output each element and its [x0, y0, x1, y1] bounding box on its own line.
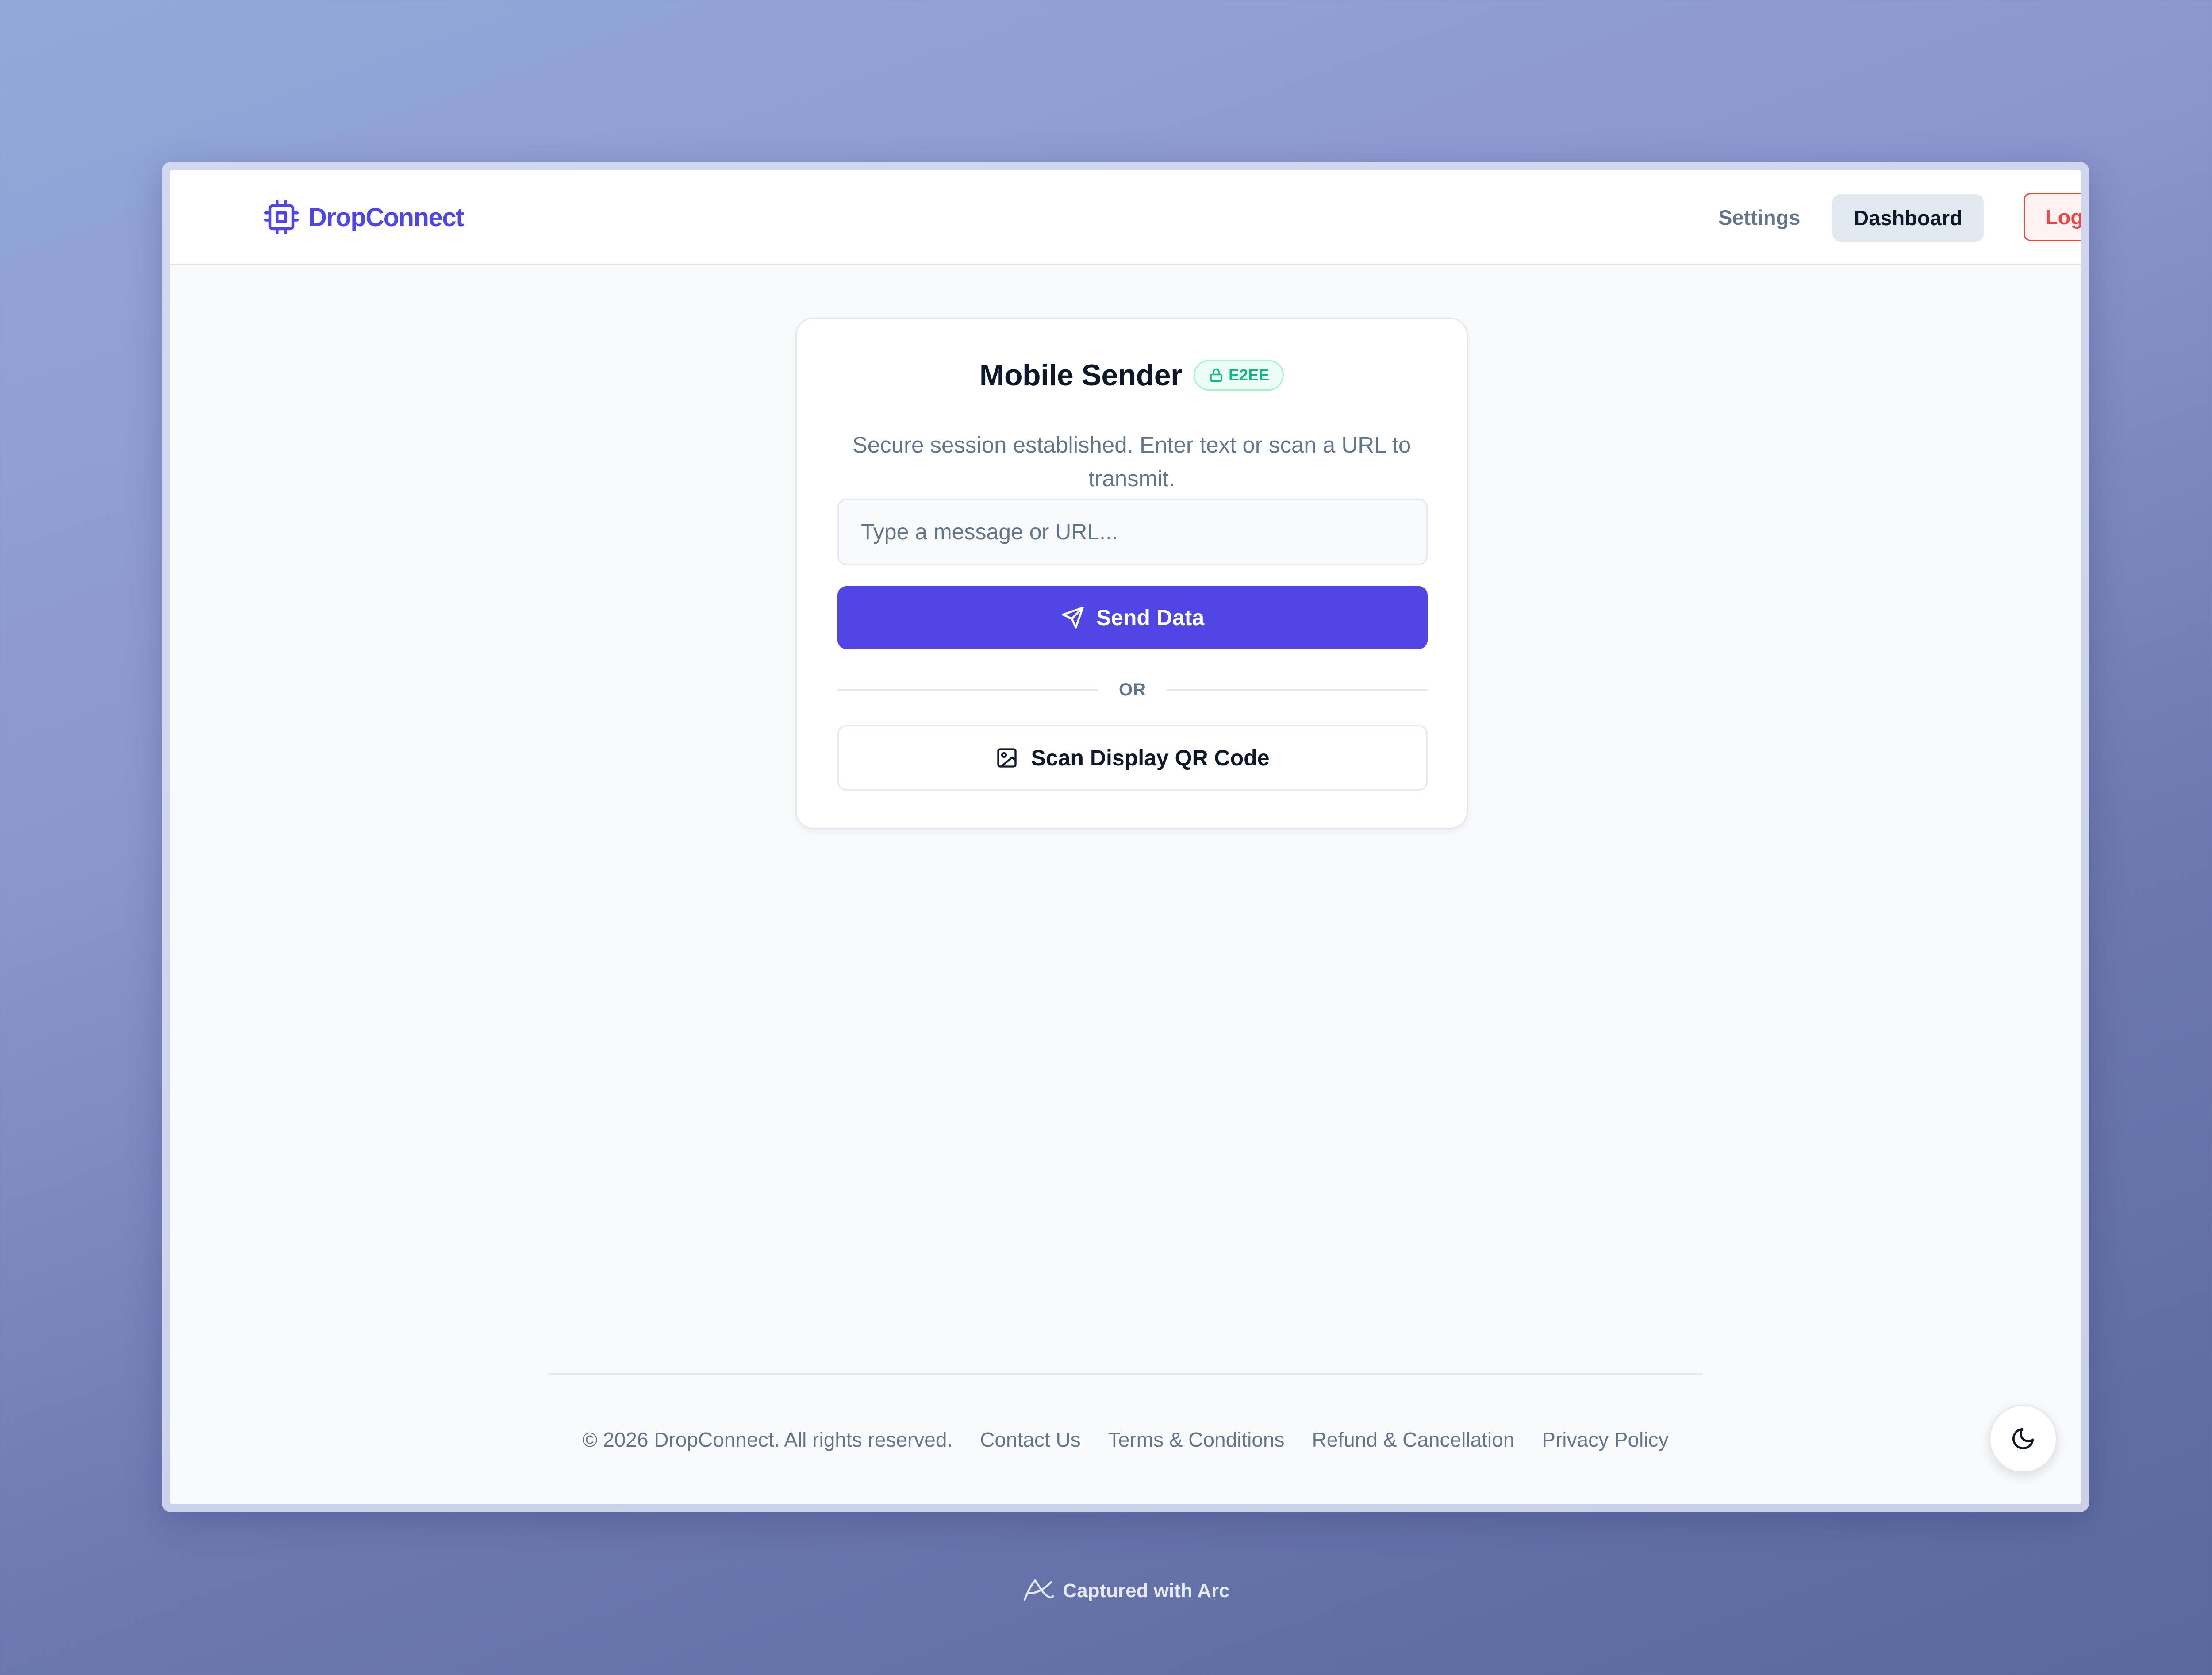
watermark-label: Captured with Arc — [1063, 1580, 1230, 1602]
brand-name: DropConnect — [308, 203, 464, 232]
nav-settings-link[interactable]: Settings — [1718, 205, 1800, 230]
scan-qr-button[interactable]: Scan Display QR Code — [837, 725, 1428, 791]
send-button-label: Send Data — [1096, 605, 1205, 630]
footer-link-refund[interactable]: Refund & Cancellation — [1312, 1428, 1515, 1452]
card-subtitle: Secure session established. Enter text o… — [852, 432, 1411, 491]
footer-link-privacy[interactable]: Privacy Policy — [1542, 1428, 1668, 1452]
image-icon — [995, 746, 1018, 769]
page-footer: © 2026 DropConnect. All rights reserved.… — [170, 1428, 2081, 1452]
footer-link-contact[interactable]: Contact Us — [980, 1428, 1081, 1452]
send-icon — [1061, 606, 1085, 630]
theme-toggle-button[interactable] — [1989, 1405, 2057, 1473]
badge-label: E2EE — [1229, 366, 1270, 384]
capture-watermark: Captured with Arc — [0, 1577, 2212, 1605]
e2ee-badge: E2EE — [1194, 360, 1284, 391]
mobile-sender-card: Mobile Sender E2EE Secure session establ… — [795, 318, 1468, 829]
footer-copyright: © 2026 DropConnect. All rights reserved. — [582, 1428, 953, 1451]
arc-logo-icon — [1021, 1577, 1055, 1605]
divider-line-left — [837, 689, 1098, 691]
nav-dashboard-button[interactable]: Dashboard — [1832, 194, 1984, 242]
top-navbar: DropConnect Settings Dashboard Log Out — [170, 170, 2081, 265]
divider-line-right — [1167, 689, 1428, 691]
card-header: Mobile Sender E2EE — [797, 358, 1467, 392]
page-viewport: DropConnect Settings Dashboard Log Out M… — [170, 170, 2081, 1504]
lock-icon — [1208, 367, 1224, 383]
brand-logo[interactable]: DropConnect — [264, 200, 464, 234]
cpu-chip-icon — [264, 200, 299, 234]
message-input[interactable] — [837, 499, 1428, 565]
footer-divider — [548, 1373, 1703, 1375]
scan-button-label: Scan Display QR Code — [1031, 745, 1270, 770]
card-title: Mobile Sender — [979, 358, 1183, 392]
send-data-button[interactable]: Send Data — [837, 586, 1428, 649]
footer-link-terms[interactable]: Terms & Conditions — [1108, 1428, 1285, 1452]
logout-button[interactable]: Log Out — [2024, 193, 2081, 241]
browser-window: DropConnect Settings Dashboard Log Out M… — [162, 162, 2089, 1512]
divider-label: OR — [1119, 680, 1146, 699]
moon-icon — [2010, 1426, 2036, 1452]
or-divider: OR — [837, 676, 1428, 703]
